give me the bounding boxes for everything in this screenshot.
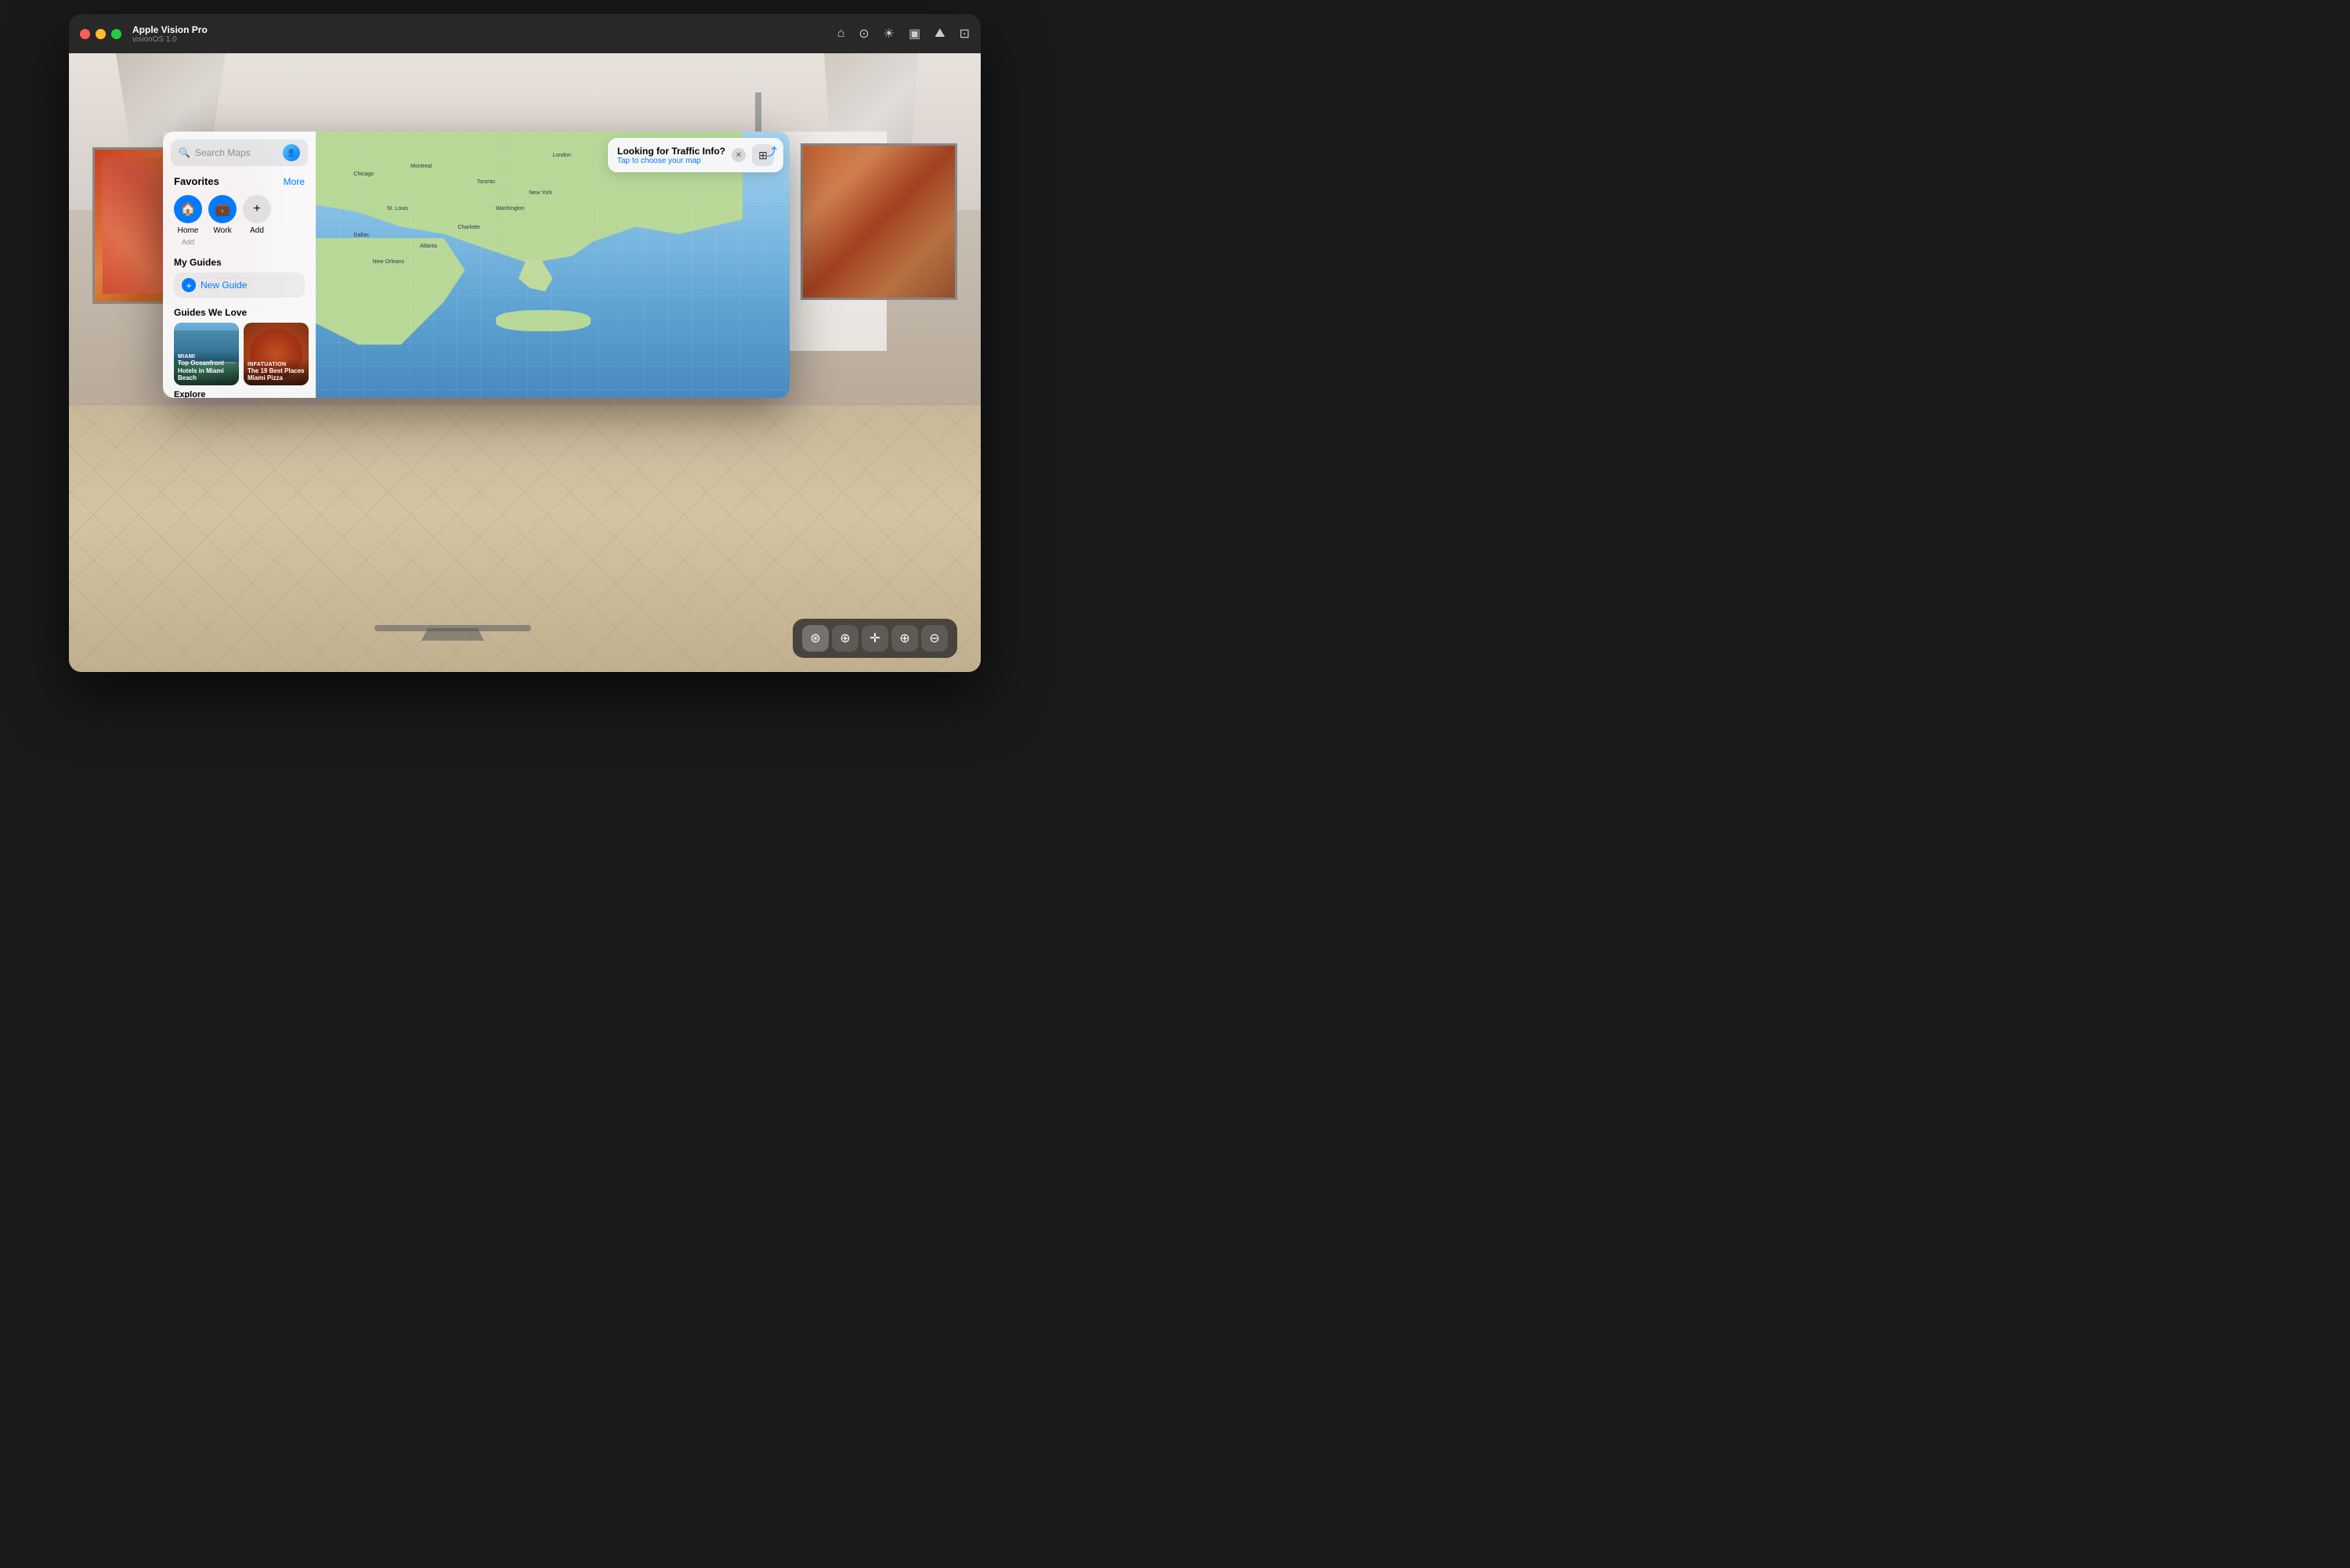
landscape-icon[interactable]: ⛰: [935, 27, 945, 41]
miami-card-source: MIAMI: [178, 354, 235, 359]
home-icon[interactable]: ⌂: [837, 27, 845, 41]
map-label-london: London: [553, 153, 571, 158]
map-label-chicago: Chicago: [353, 172, 374, 177]
traffic-title: Looking for Traffic Info?: [617, 146, 725, 157]
home-sublabel: Add: [182, 238, 194, 246]
my-guides-section: My Guides + New Guide: [163, 254, 316, 302]
map-label-stlouis: St. Louis: [387, 206, 408, 211]
guide-card-pizza[interactable]: INFATUATION The 19 Best Places Miami Piz…: [244, 323, 309, 385]
title-bar-icons: ⌂ ⊙ ☀ ▣ ⛰ ⊡: [837, 26, 970, 42]
search-placeholder: Search Maps: [195, 147, 278, 158]
map-label-newyork: New York: [529, 190, 552, 196]
search-bar[interactable]: 🔍 Search Maps 👤: [171, 139, 308, 166]
explore-guides-section[interactable]: Explore Guides Where do you want to expl…: [163, 385, 316, 398]
artwork-right: [801, 143, 957, 300]
close-button[interactable]: [80, 29, 90, 39]
traffic-lights: [80, 29, 121, 39]
globe-icon: ⊕: [899, 630, 909, 646]
favorites-row: 🏠 Home Add 💼 Work + Add: [163, 192, 316, 254]
work-fav-icon: 💼: [208, 195, 237, 223]
miami-card-title: Top Oceanfront Hotels in Miami Beach: [178, 359, 235, 382]
location-tool-button[interactable]: ⊕: [832, 625, 859, 652]
cursor-icon: ⊛: [810, 630, 820, 646]
display-icon[interactable]: ▣: [909, 26, 920, 42]
map-label-neworleans: New Orleans: [373, 259, 404, 265]
traffic-info-banner: Looking for Traffic Info? Tap to choose …: [608, 138, 783, 172]
map-label-atlanta: Atlanta: [420, 244, 437, 249]
screenshot-icon[interactable]: ⊙: [859, 26, 869, 42]
map-label-toronto: Toronto: [477, 179, 495, 185]
add-fav-icon: +: [243, 195, 271, 223]
title-bar: Apple Vision Pro visionOS 1.0 ⌂ ⊙ ☀ ▣ ⛰ …: [69, 14, 981, 53]
map-label-montreal: Montreal: [410, 164, 432, 169]
room-background: 🔍 Search Maps 👤 Favorites More 🏠 Home Ad…: [69, 53, 981, 672]
globe-tool-button[interactable]: ⊕: [891, 625, 918, 652]
move-icon: ✛: [870, 630, 880, 646]
favorite-home[interactable]: 🏠 Home Add: [174, 195, 202, 246]
maximize-button[interactable]: [111, 29, 121, 39]
miami-card-overlay: MIAMI Top Oceanfront Hotels in Miami Bea…: [174, 351, 239, 385]
bottom-toolbar: ⊛ ⊕ ✛ ⊕ ⊖: [793, 619, 957, 658]
traffic-subtitle[interactable]: Tap to choose your map: [617, 157, 725, 165]
traffic-share-btn[interactable]: ⤴: [766, 144, 777, 160]
add-fav-label: Add: [250, 226, 264, 235]
guides-cards: MIAMI Top Oceanfront Hotels in Miami Bea…: [163, 323, 316, 385]
title-info: Apple Vision Pro visionOS 1.0: [132, 24, 208, 44]
guides-we-love-title: Guides We Love: [163, 307, 316, 318]
map-label-dallas: Dallas: [353, 233, 368, 238]
window-title: Apple Vision Pro: [132, 24, 208, 35]
cursor-tool-button[interactable]: ⊛: [802, 625, 829, 652]
new-guide-button[interactable]: + New Guide: [174, 273, 305, 298]
window-subtitle: visionOS 1.0: [132, 35, 208, 44]
traffic-info-text: Looking for Traffic Info? Tap to choose …: [617, 146, 725, 165]
home-label: Home: [178, 226, 199, 235]
share-icon: ⤴: [766, 146, 777, 158]
new-guide-label: New Guide: [201, 280, 247, 291]
move-tool-button[interactable]: ✛: [862, 625, 888, 652]
explore-guides-title: Explore Guides: [174, 390, 231, 398]
favorites-more[interactable]: More: [284, 176, 305, 187]
map-stand-legs: [421, 628, 484, 641]
pizza-card-title: The 19 Best Places Miami Pizza: [248, 367, 305, 382]
favorites-title: Favorites: [174, 175, 219, 187]
brightness-icon[interactable]: ☀: [884, 26, 895, 42]
window-frame: Apple Vision Pro visionOS 1.0 ⌂ ⊙ ☀ ▣ ⛰ …: [69, 14, 981, 672]
favorite-work[interactable]: 💼 Work: [208, 195, 237, 246]
favorites-header: Favorites More: [163, 172, 316, 192]
location-icon: ⊕: [840, 630, 850, 646]
minimize-button[interactable]: [96, 29, 106, 39]
explore-guides-info: Explore Guides Where do you want to expl…: [174, 390, 231, 398]
work-label: Work: [213, 226, 231, 235]
search-icon: 🔍: [179, 147, 190, 158]
zoom-out-icon: ⊖: [929, 630, 939, 646]
maps-sidebar: 🔍 Search Maps 👤 Favorites More 🏠 Home Ad…: [163, 132, 316, 398]
favorite-add[interactable]: + Add: [243, 195, 271, 246]
video-icon[interactable]: ⊡: [960, 26, 970, 42]
maps-map[interactable]: Montreal Toronto New York Chicago St. Lo…: [316, 132, 790, 398]
user-avatar[interactable]: 👤: [283, 144, 300, 161]
guides-we-love-section: Guides We Love MIAMI Top Oceanfront: [163, 302, 316, 385]
map-label-washington: Washington: [496, 206, 525, 211]
maps-app: 🔍 Search Maps 👤 Favorites More 🏠 Home Ad…: [163, 132, 790, 398]
pizza-card-overlay: INFATUATION The 19 Best Places Miami Piz…: [244, 359, 309, 385]
traffic-close-button[interactable]: ✕: [732, 148, 746, 162]
home-fav-icon: 🏠: [174, 195, 202, 223]
plus-icon: +: [182, 278, 196, 292]
zoom-tool-button[interactable]: ⊖: [921, 625, 948, 652]
map-label-charlotte: Charlotte: [458, 225, 480, 230]
guide-card-miami[interactable]: MIAMI Top Oceanfront Hotels in Miami Bea…: [174, 323, 239, 385]
my-guides-title: My Guides: [174, 257, 305, 268]
pizza-card-source: INFATUATION: [248, 362, 305, 367]
